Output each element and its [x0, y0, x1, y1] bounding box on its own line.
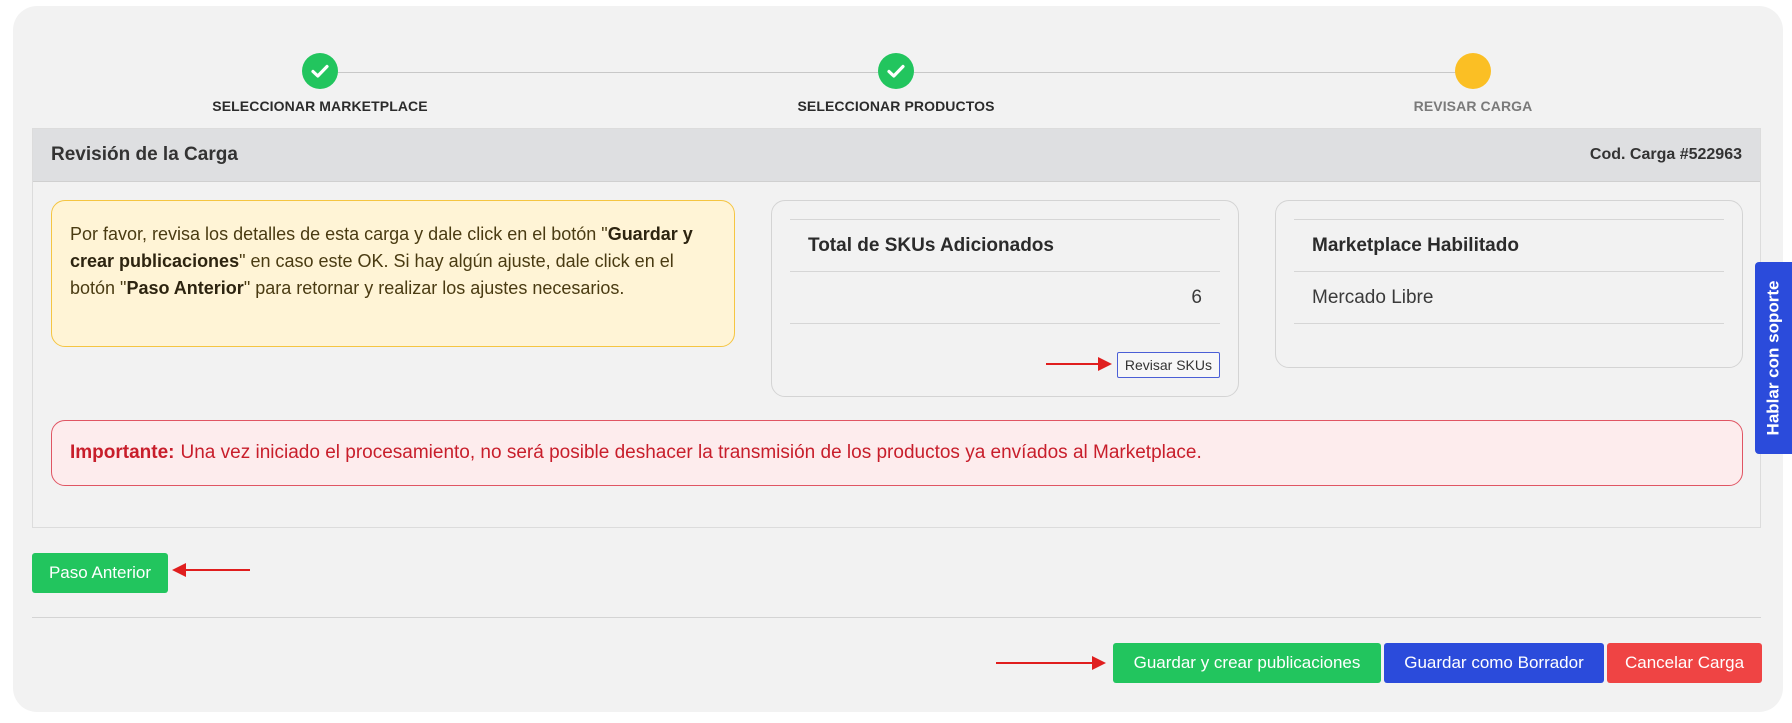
skus-card: Total de SKUs Adicionados 6 Revisar SKUs [771, 200, 1239, 397]
support-tab[interactable]: Hablar con soporte [1755, 262, 1792, 454]
panel-header: Revisión de la Carga Cod. Carga #522963 [33, 129, 1760, 182]
save-and-publish-button[interactable]: Guardar y crear publicaciones [1113, 643, 1381, 683]
marketplace-card: Marketplace Habilitado Mercado Libre [1275, 200, 1743, 368]
important-alert: Importante: Una vez iniciado el procesam… [51, 420, 1743, 486]
info-text: Por favor, revisa los detalles de esta c… [70, 224, 608, 244]
review-skus-button[interactable]: Revisar SKUs [1116, 352, 1220, 378]
alert-text: Una vez iniciado el procesamiento, no se… [180, 442, 1202, 463]
load-code: Cod. Carga #522963 [1589, 146, 1742, 163]
step-select-products: SELECCIONAR PRODUCTOS [736, 53, 1056, 114]
check-icon [302, 53, 338, 89]
cancel-load-button[interactable]: Cancelar Carga [1607, 643, 1762, 683]
step-review-load: REVISAR CARGA [1313, 53, 1633, 114]
alert-strong: Importante: [70, 442, 175, 463]
save-draft-button[interactable]: Guardar como Borrador [1384, 643, 1604, 683]
panel-title: Revisión de la Carga [51, 144, 238, 165]
step-label: SELECCIONAR MARKETPLACE [212, 98, 428, 114]
review-panel: Revisión de la Carga Cod. Carga #522963 … [32, 128, 1761, 528]
marketplace-card-title: Marketplace Habilitado [1294, 219, 1724, 271]
annotation-arrow [172, 563, 250, 577]
info-bold-previous: Paso Anterior [126, 278, 244, 298]
step-label: SELECCIONAR PRODUCTOS [797, 98, 995, 114]
current-step-dot [1455, 53, 1491, 89]
info-text: " para retornar y realizar los ajustes n… [243, 278, 625, 298]
annotation-arrow [1046, 357, 1112, 371]
info-message: Por favor, revisa los detalles de esta c… [51, 200, 735, 347]
previous-step-button[interactable]: Paso Anterior [32, 553, 168, 593]
step-select-marketplace: SELECCIONAR MARKETPLACE [160, 53, 480, 114]
marketplace-value: Mercado Libre [1294, 271, 1724, 324]
annotation-arrow [996, 656, 1106, 670]
divider [32, 617, 1761, 618]
step-label: REVISAR CARGA [1413, 98, 1533, 114]
skus-count: 6 [790, 271, 1220, 324]
check-icon [878, 53, 914, 89]
skus-card-title: Total de SKUs Adicionados [790, 219, 1220, 271]
support-label: Hablar con soporte [1763, 280, 1783, 436]
